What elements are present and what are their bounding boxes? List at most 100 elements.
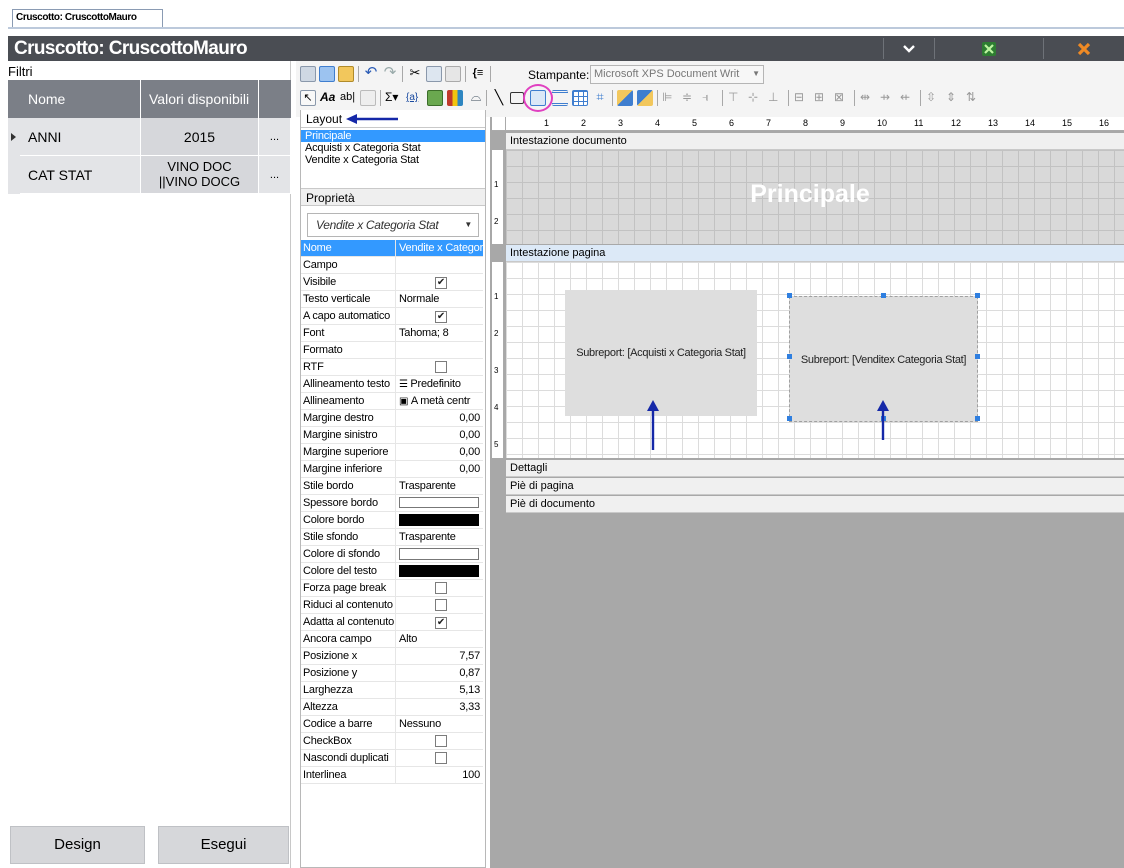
checkbox-checked[interactable]: ✔ [435,311,447,323]
property-value[interactable]: 5,13 [396,682,483,698]
column-header-nome[interactable]: Nome [20,80,141,118]
v-spacing-increase-icon[interactable]: ⇕ [946,90,962,106]
property-value[interactable]: ☰ Predefinito [396,376,483,392]
text-color-swatch[interactable] [399,565,479,577]
property-value[interactable]: Nessuno [396,716,483,732]
document-tab[interactable]: Cruscotto: CruscottoMauro [12,9,163,27]
property-row[interactable]: Interlinea 100 [301,767,483,784]
print-preview-icon[interactable] [300,66,316,82]
property-value[interactable]: Trasparente [396,478,483,494]
property-row[interactable]: A capo automatico ✔ [301,308,483,325]
checkbox-unchecked[interactable] [435,599,447,611]
align-bottom-icon[interactable]: ⊥ [768,90,784,106]
property-value[interactable] [396,750,483,766]
property-row[interactable]: Margine destro 0,00 [301,410,483,427]
property-row[interactable]: Codice a barre Nessuno [301,716,483,733]
property-value[interactable]: 100 [396,767,483,783]
property-value[interactable]: ✔ [396,274,483,290]
bring-to-front-icon[interactable] [617,90,633,106]
property-row[interactable]: Testo verticale Normale [301,291,483,308]
property-value[interactable]: Tahoma; 8 [396,325,483,341]
border-color-swatch[interactable] [399,514,479,526]
property-value[interactable] [396,359,483,375]
property-row[interactable]: Adatta al contenuto ✔ [301,614,483,631]
resize-handle[interactable] [975,416,980,421]
checkbox-unchecked[interactable] [435,735,447,747]
send-to-back-icon[interactable] [637,90,653,106]
property-row[interactable]: Nascondi duplicati [301,750,483,767]
filter-value-cell[interactable]: VINO DOC ||VINO DOCG [141,156,259,194]
column-header-valori[interactable]: Valori disponibili [141,80,259,118]
resize-handle[interactable] [975,354,980,359]
band-pie-pagina[interactable]: Piè di pagina [506,478,1124,495]
property-value[interactable] [396,733,483,749]
h-spacing-equal-icon[interactable]: ⇹ [860,90,876,106]
checkbox-checked[interactable]: ✔ [435,617,447,629]
same-height-icon[interactable]: ⊞ [814,90,830,106]
property-value[interactable]: 0,00 [396,444,483,460]
open-folder-icon[interactable] [338,66,354,82]
property-row[interactable]: Colore di sfondo [301,546,483,563]
property-value[interactable]: ▣ A metà centr [396,393,483,409]
property-row[interactable]: Font Tahoma; 8 [301,325,483,342]
h-spacing-decrease-icon[interactable]: ⇷ [900,90,916,106]
property-row[interactable]: Stile bordo Trasparente [301,478,483,495]
resize-handle[interactable] [881,293,886,298]
property-value[interactable] [396,512,483,528]
properties-icon[interactable]: {≡ [470,66,486,82]
align-middle-icon[interactable]: ⊹ [748,90,764,106]
property-row[interactable]: Larghezza 5,13 [301,682,483,699]
align-center-icon[interactable]: ≑ [682,90,698,106]
property-value[interactable] [396,597,483,613]
subreport-acquisti[interactable]: Subreport: [Acquisti x Categoria Stat] [565,290,757,416]
printer-select[interactable]: Microsoft XPS Document Writ ▼ [590,65,764,84]
property-row[interactable]: RTF [301,359,483,376]
checkbox-unchecked[interactable] [435,582,447,594]
h-spacing-increase-icon[interactable]: ⇸ [880,90,896,106]
table-tool-icon[interactable] [572,90,588,106]
property-row[interactable]: Ancora campo Alto [301,631,483,648]
checkbox-unchecked[interactable] [435,361,447,373]
label-tool-icon[interactable]: Aa [320,90,336,106]
pointer-icon[interactable]: ↖ [300,90,316,106]
layout-item-vendite[interactable]: Vendite x Categoria Stat [301,154,485,166]
properties-object-select[interactable]: Vendite x Categoria Stat ▼ [307,213,479,237]
property-row[interactable]: Spessore bordo [301,495,483,512]
layout-item-principale[interactable]: Principale [301,130,485,142]
same-size-icon[interactable]: ⊠ [834,90,850,106]
esegui-button[interactable]: Esegui [158,826,289,864]
property-row[interactable]: Stile sfondo Trasparente [301,529,483,546]
property-row[interactable]: Allineamento ▣ A metà centr [301,393,483,410]
resize-handle[interactable] [787,354,792,359]
property-value[interactable]: Alto [396,631,483,647]
align-top-icon[interactable]: ⊤ [728,90,744,106]
resize-handle[interactable] [787,293,792,298]
excel-export-icon[interactable] [935,38,1043,59]
property-row[interactable]: Riduci al contenuto [301,597,483,614]
property-value[interactable] [396,342,483,358]
principale-label[interactable]: Principale [506,180,1114,209]
list-tool-icon[interactable] [552,90,568,106]
property-value[interactable]: 0,00 [396,427,483,443]
property-value[interactable]: Trasparente [396,529,483,545]
property-value[interactable]: 7,57 [396,648,483,664]
border-thickness-swatch[interactable] [399,497,479,508]
align-right-icon[interactable]: ⫣ [702,90,718,106]
property-value[interactable]: ✔ [396,614,483,630]
property-value[interactable]: Vendite x Categor [396,240,483,256]
property-row[interactable]: Altezza 3,33 [301,699,483,716]
same-width-icon[interactable]: ⊟ [794,90,810,106]
layout-item-acquisti[interactable]: Acquisti x Categoria Stat [301,142,485,154]
property-value[interactable] [396,495,483,511]
property-row[interactable]: CheckBox [301,733,483,750]
band-pie-documento[interactable]: Piè di documento [506,496,1124,513]
checkbox-tool-icon[interactable] [360,90,376,106]
band-intestazione-documento[interactable]: Intestazione documento [506,133,1124,150]
property-row[interactable]: Colore bordo [301,512,483,529]
paste-icon[interactable] [445,66,461,82]
property-row[interactable]: Formato [301,342,483,359]
undo-icon[interactable]: ↶ [363,65,379,82]
property-value[interactable]: 0,00 [396,461,483,477]
filter-value-cell[interactable]: 2015 [141,118,259,156]
align-left-icon[interactable]: ⊫ [662,90,678,106]
